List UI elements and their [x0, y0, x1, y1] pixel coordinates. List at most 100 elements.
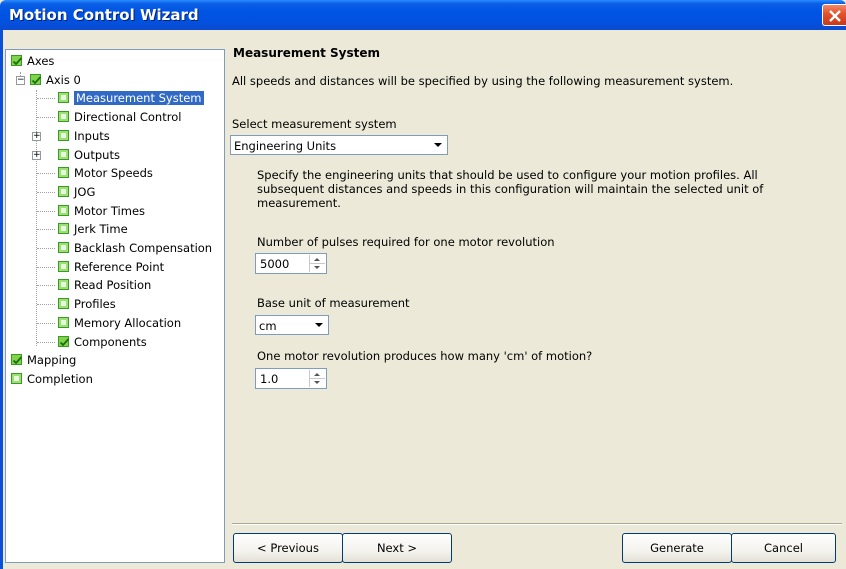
status-icon [11, 372, 22, 384]
measurement-system-dropdown[interactable]: Engineering Units [230, 135, 448, 155]
tree-item-mapping[interactable]: Mapping [6, 352, 224, 368]
tree-item-motor-times[interactable]: Motor Times [6, 203, 224, 219]
status-icon [58, 223, 69, 235]
tree-item-label: Profiles [74, 297, 116, 312]
tree-item-label: Mapping [27, 353, 77, 368]
tree-connector [37, 248, 55, 249]
tree-item-measurement-system[interactable]: Measurement System [6, 90, 224, 106]
tree-connector [37, 322, 55, 324]
checkmark-icon [30, 73, 42, 85]
pulses-label: Number of pulses required for one motor … [257, 235, 555, 249]
status-icon [58, 242, 69, 253]
select-measurement-label: Select measurement system [232, 117, 397, 131]
status-icon [58, 129, 69, 141]
tree-item-axes[interactable]: Axes [6, 53, 224, 69]
tree-item-label: Completion [27, 371, 93, 386]
expand-icon[interactable]: + [32, 150, 41, 160]
tree-item-axis-0[interactable]: − Axis 0 [6, 72, 224, 88]
tree-connector [37, 285, 55, 287]
status-icon [58, 279, 69, 291]
tree-item-label: Backlash Compensation [74, 241, 213, 255]
tree-item-profiles[interactable]: Profiles [6, 296, 224, 312]
tree-item-label: Axis 0 [46, 72, 81, 87]
button-separator [232, 523, 842, 525]
tree-item-label: Inputs [74, 128, 110, 143]
status-icon [58, 148, 69, 160]
tree-connector [37, 229, 55, 231]
tree-item-memory-allocation[interactable]: Memory Allocation [6, 315, 224, 331]
tree-item-label: Reference Point [74, 259, 165, 274]
status-icon [58, 92, 69, 104]
tree-item-label: Memory Allocation [74, 315, 182, 330]
spinner-icon[interactable] [309, 370, 325, 387]
pulses-stepper[interactable]: 5000 [255, 253, 327, 274]
revolution-stepper[interactable]: 1.0 [255, 368, 327, 389]
tree-item-label: Read Position [74, 278, 152, 293]
status-icon [58, 260, 69, 272]
tree-item-motor-speeds[interactable]: Motor Speeds [6, 165, 224, 181]
main-panel: Measurement System All speeds and distan… [230, 44, 842, 524]
tree-item-label: Axes [27, 54, 55, 68]
tree-item-read-position[interactable]: Read Position [6, 277, 224, 293]
tree-item-label: Directional Control [74, 110, 182, 125]
tree-item-reference-point[interactable]: Reference Point [6, 259, 224, 275]
base-unit-value: cm [259, 319, 277, 333]
tree-item-components[interactable]: Components [6, 334, 224, 350]
status-icon [58, 298, 69, 310]
tree-item-label: JOG [74, 184, 96, 199]
tree-item-backlash-compensation[interactable]: Backlash Compensation [6, 240, 224, 256]
description-text: Specify the engineering units that shoul… [257, 168, 764, 210]
status-icon [58, 204, 69, 216]
window-title: Motion Control Wizard [9, 6, 199, 24]
title-bar[interactable]: Motion Control Wizard [0, 0, 846, 30]
tree-item-label: Measurement System [74, 91, 204, 106]
section-title: Measurement System [233, 46, 381, 60]
checkmark-icon [11, 55, 23, 66]
window-frame [0, 30, 3, 569]
motion-control-wizard-window: Motion Control Wizard Axes − Axis 0 Measure… [0, 0, 846, 569]
chevron-down-icon[interactable] [311, 317, 327, 333]
tree-item-outputs[interactable]: + Outputs [6, 147, 224, 163]
tree-connector [37, 117, 55, 119]
tree-item-label: Jerk Time [74, 222, 128, 237]
tree-connector [37, 266, 55, 268]
next-button[interactable]: Next > [342, 533, 452, 563]
tree-item-label: Motor Speeds [74, 166, 153, 181]
pulses-value: 5000 [260, 257, 290, 271]
checkmark-icon [58, 335, 70, 347]
tree-item-directional-control[interactable]: Directional Control [6, 109, 224, 125]
status-icon [58, 316, 69, 328]
tree-connector [37, 304, 55, 306]
tree-connector [37, 210, 55, 212]
tree-item-jerk-time[interactable]: Jerk Time [6, 221, 224, 237]
tree-item-inputs[interactable]: + Inputs [6, 128, 224, 144]
spinner-icon[interactable] [309, 255, 325, 272]
status-icon [58, 185, 69, 197]
close-button[interactable] [822, 4, 846, 26]
checkmark-icon [11, 354, 23, 366]
tree-item-completion[interactable]: Completion [6, 371, 224, 387]
collapse-icon[interactable]: − [16, 75, 25, 85]
measurement-system-value: Engineering Units [234, 139, 337, 153]
tree-connector [37, 191, 55, 193]
tree-item-jog[interactable]: JOG [6, 184, 224, 200]
generate-button[interactable]: Generate [622, 533, 732, 563]
revolution-value: 1.0 [260, 372, 279, 386]
base-unit-label: Base unit of measurement [257, 296, 410, 310]
close-icon [829, 10, 841, 22]
cancel-button[interactable]: Cancel [731, 533, 836, 563]
intro-text: All speeds and distances will be specifi… [232, 74, 734, 88]
status-icon [58, 167, 69, 179]
tree-connector [37, 173, 55, 175]
expand-icon[interactable]: + [32, 131, 41, 141]
tree-item-label: Components [74, 334, 147, 349]
status-icon [58, 111, 69, 123]
navigation-tree[interactable]: Axes − Axis 0 Measurement System Directional… [5, 49, 225, 563]
tree-item-label: Outputs [74, 147, 120, 162]
tree-item-label: Motor Times [74, 203, 146, 218]
chevron-down-icon[interactable] [430, 137, 446, 153]
tree-connector [37, 98, 55, 100]
base-unit-dropdown[interactable]: cm [255, 315, 329, 335]
revolution-label: One motor revolution produces how many '… [257, 349, 593, 363]
previous-button[interactable]: < Previous [233, 533, 343, 563]
